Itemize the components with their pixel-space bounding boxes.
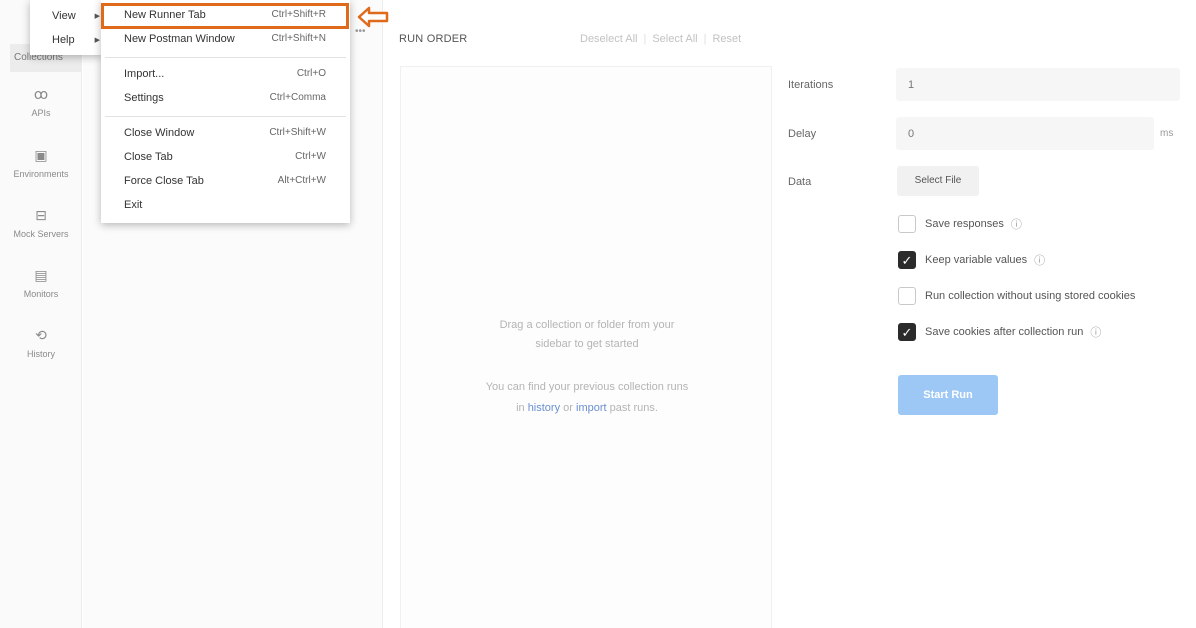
drop-hint-line-1: Drag a collection or folder from your [499, 319, 675, 331]
data-label: Data [788, 176, 812, 188]
nav-item-apis[interactable]: ꝏ APIs [0, 86, 82, 118]
menu-item-label: Close Tab [124, 151, 173, 163]
menu-item-shortcut: Ctrl+Comma [269, 92, 326, 103]
save-cookies-label: Save cookies after collection run [925, 326, 1084, 338]
run-order-drop-area[interactable]: Drag a collection or folder from your si… [400, 66, 772, 628]
menu-item-label: New Postman Window [124, 33, 235, 45]
submenu-arrow-icon: ▶ [94, 13, 100, 20]
keep-variable-values-checkbox[interactable]: ✓ [898, 251, 916, 269]
run-without-cookies-label: Run collection without using stored cook… [925, 290, 1136, 302]
save-responses-row[interactable]: Save responses ⓘ [898, 214, 1022, 234]
nav-item-mock-servers[interactable]: ⊟ Mock Servers [0, 207, 82, 239]
run-order-title: RUN ORDER [399, 33, 468, 45]
callout-arrow-icon [357, 6, 389, 28]
info-icon[interactable]: ⓘ [1034, 252, 1045, 268]
separator: | [643, 33, 647, 45]
keep-variable-values-row[interactable]: ✓ Keep variable values ⓘ [898, 250, 1045, 270]
menu-item-exit[interactable]: Exit [101, 195, 350, 217]
nav-item-label: Environments [13, 169, 69, 179]
run-without-cookies-row[interactable]: Run collection without using stored cook… [898, 286, 1135, 306]
menu-item-label: Help [52, 34, 75, 46]
menu-item-shortcut: Alt+Ctrl+W [277, 175, 326, 186]
menu-item-label: Exit [124, 199, 143, 211]
drop-hint-line-2: sidebar to get started [535, 338, 639, 350]
menu-item-new-postman-window[interactable]: New Postman Window Ctrl+Shift+N [101, 29, 350, 51]
menu-view-help: View ▶ Help ▶ [30, 0, 102, 55]
nav-item-monitors[interactable]: ▤ Monitors [0, 267, 82, 299]
menu-item-label: Force Close Tab [124, 175, 204, 187]
menu-item-label: Import... [124, 68, 165, 80]
select-all-button[interactable]: Select All [652, 33, 697, 45]
drop-hint-line-4: in history or import past runs. [401, 398, 773, 418]
menu-item-import[interactable]: Import... Ctrl+O [101, 64, 350, 86]
start-run-button[interactable]: Start Run [898, 375, 998, 415]
info-icon[interactable]: ⓘ [1090, 324, 1101, 340]
history-link[interactable]: history [528, 402, 560, 414]
nav-item-label: History [26, 349, 55, 359]
menu-item-shortcut: Ctrl+W [295, 151, 326, 162]
save-cookies-checkbox[interactable]: ✓ [898, 323, 916, 341]
deselect-all-button[interactable]: Deselect All [580, 33, 637, 45]
menu-item-label: Close Window [124, 127, 195, 139]
menu-item-label: View [52, 10, 76, 22]
reset-button[interactable]: Reset [712, 33, 741, 45]
submenu-arrow-icon: ▶ [94, 37, 100, 44]
drop-hint-or: or [563, 402, 573, 414]
select-file-button[interactable]: Select File [897, 166, 979, 196]
save-responses-checkbox[interactable] [898, 215, 916, 233]
menu-item-close-window[interactable]: Close Window Ctrl+Shift+W [101, 123, 350, 145]
menu-item-shortcut: Ctrl+Shift+W [269, 127, 326, 138]
nav-item-label: Monitors [23, 289, 59, 299]
menu-item-settings[interactable]: Settings Ctrl+Comma [101, 88, 350, 110]
save-cookies-row[interactable]: ✓ Save cookies after collection run ⓘ [898, 322, 1101, 342]
separator: | [703, 33, 707, 45]
left-nav: Collections ꝏ APIs ▣ Environments ⊟ Mock… [0, 0, 82, 628]
history-icon: ⟲ [35, 327, 47, 343]
menu-item-view[interactable]: View ▶ [52, 10, 100, 22]
menu-item-force-close-tab[interactable]: Force Close Tab Alt+Ctrl+W [101, 171, 350, 193]
menu-separator [105, 116, 346, 117]
import-link[interactable]: import [576, 402, 607, 414]
nav-item-environments[interactable]: ▣ Environments [0, 147, 82, 179]
menu-item-close-tab[interactable]: Close Tab Ctrl+W [101, 147, 350, 169]
menu-item-help[interactable]: Help ▶ [52, 34, 100, 46]
menu-separator [105, 57, 346, 58]
menu-item-label: Settings [124, 92, 164, 104]
keep-variable-values-label: Keep variable values [925, 254, 1028, 266]
mock-servers-icon: ⊟ [35, 207, 47, 223]
save-responses-label: Save responses [925, 218, 1004, 230]
environments-icon: ▣ [34, 147, 48, 163]
nav-item-label: APIs [31, 108, 51, 118]
info-icon[interactable]: ⓘ [1011, 216, 1022, 232]
drop-hint-past: past runs. [609, 402, 658, 414]
delay-label: Delay [788, 128, 817, 140]
postman-runner-window: Collections ꝏ APIs ▣ Environments ⊟ Mock… [0, 0, 1196, 628]
iterations-input[interactable]: 1 [896, 68, 1180, 101]
delay-input[interactable]: 0 [896, 117, 1154, 150]
menu-item-shortcut: Ctrl+Shift+N [271, 33, 326, 44]
runner-main: RUN ORDER Deselect All | Select All | Re… [384, 0, 1196, 628]
drop-hint-in: in [516, 402, 525, 414]
menu-item-shortcut: Ctrl+O [296, 68, 326, 79]
drop-hint-line-3: You can find your previous collection ru… [485, 381, 689, 393]
apis-icon: ꝏ [33, 86, 49, 102]
monitors-icon: ▤ [34, 267, 48, 283]
highlight-box [101, 3, 349, 29]
run-order-actions: Deselect All | Select All | Reset [580, 33, 741, 45]
iterations-label: Iterations [788, 79, 834, 91]
delay-unit: ms [1160, 128, 1174, 139]
nav-item-history[interactable]: ⟲ History [0, 327, 82, 359]
file-menu: New Runner Tab Ctrl+Shift+R New Postman … [101, 0, 350, 223]
run-without-cookies-checkbox[interactable] [898, 287, 916, 305]
nav-item-label: Mock Servers [13, 229, 69, 239]
